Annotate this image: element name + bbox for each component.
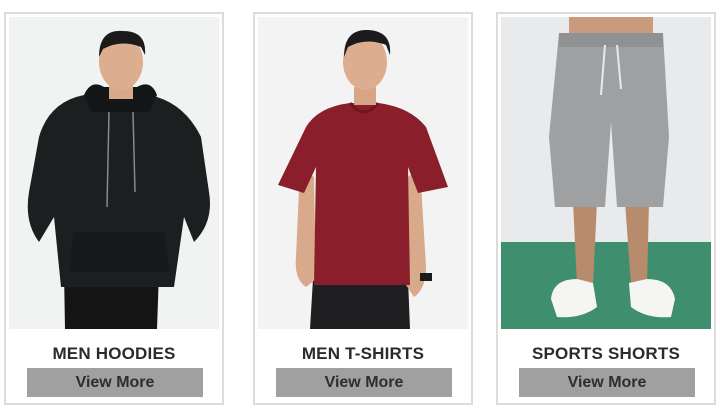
tshirt-product-image[interactable] xyxy=(258,17,468,329)
product-card-tshirts[interactable]: MEN T-SHIRTS View More xyxy=(253,12,473,405)
category-title: MEN HOODIES xyxy=(52,344,176,363)
view-more-button[interactable]: View More xyxy=(27,368,203,397)
shorts-product-image[interactable] xyxy=(501,17,711,329)
view-more-button[interactable]: View More xyxy=(519,368,695,397)
product-card-hoodies[interactable]: MEN HOODIES View More xyxy=(4,12,224,405)
view-more-button[interactable]: View More xyxy=(276,368,452,397)
hoodie-product-image[interactable] xyxy=(9,17,219,329)
product-card-sports-shorts[interactable]: SPORTS SHORTS View More xyxy=(496,12,716,405)
category-title: MEN T-SHIRTS xyxy=(301,344,425,363)
category-title: SPORTS SHORTS xyxy=(531,344,681,363)
